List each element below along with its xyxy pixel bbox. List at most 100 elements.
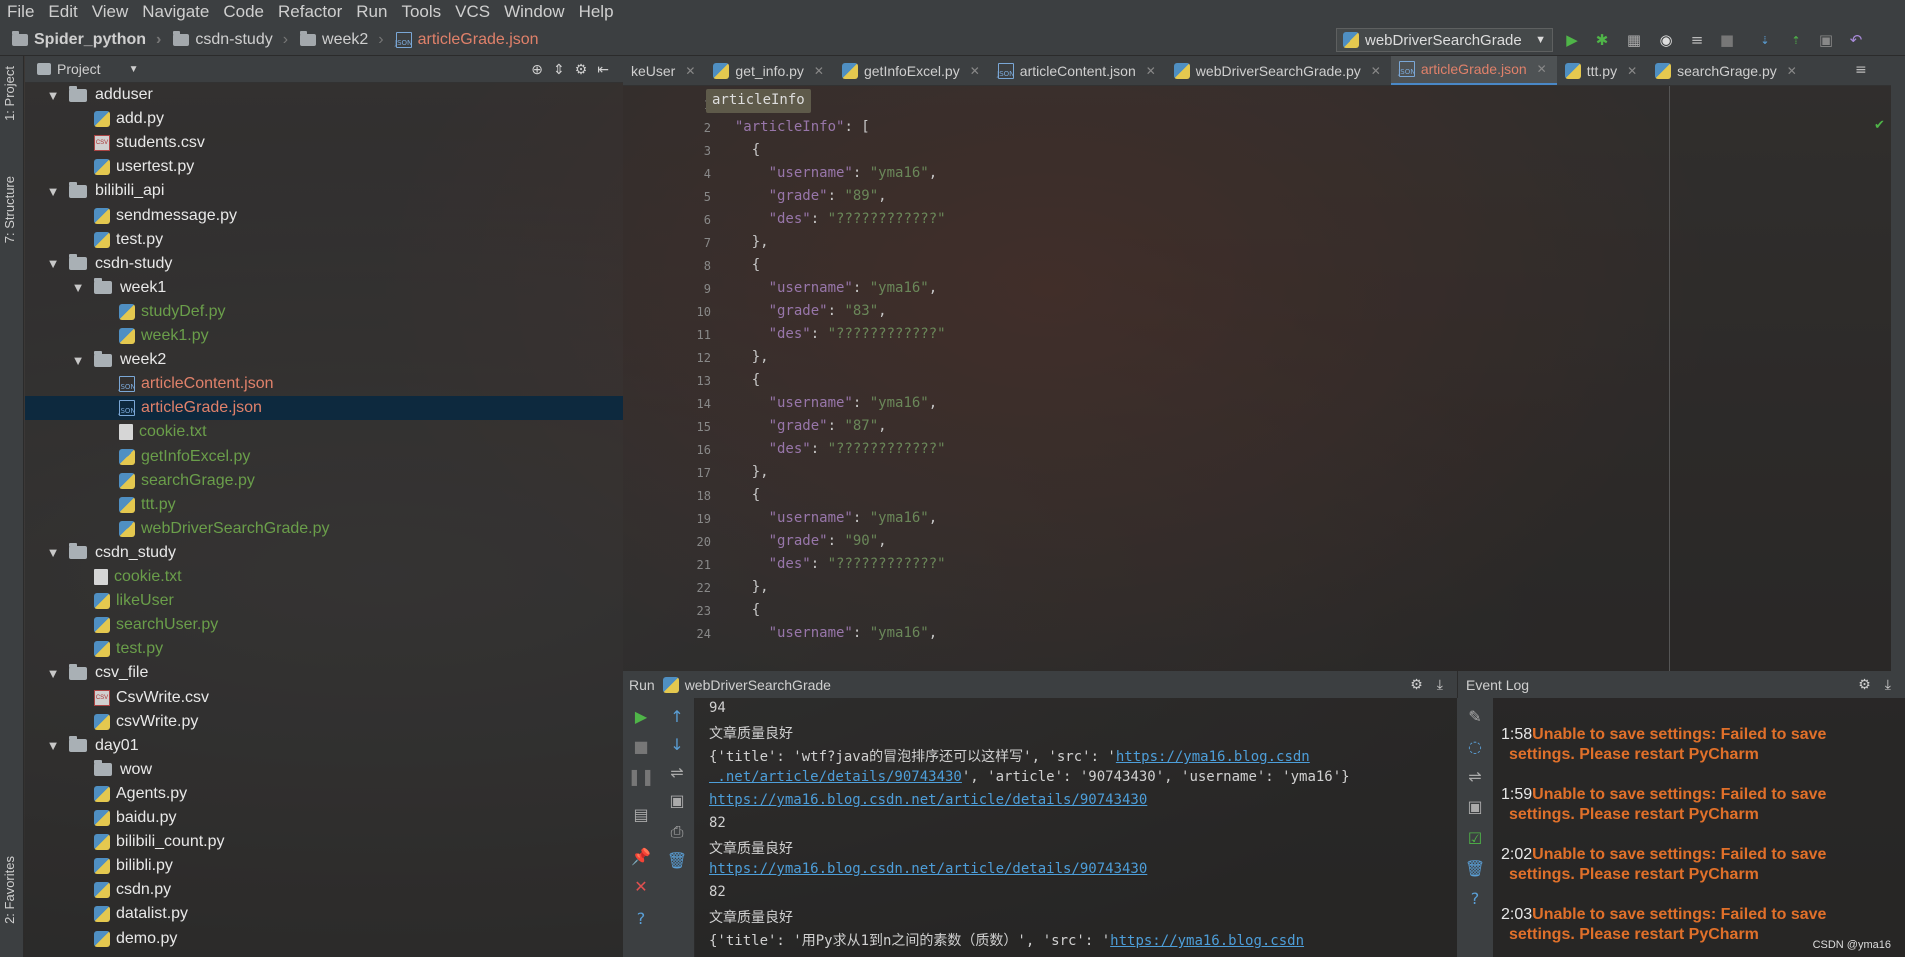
code-editor[interactable]: 123456789101112131415161718192021222324 … bbox=[623, 86, 1905, 671]
soft-wrap-icon[interactable]: ⇌ bbox=[667, 762, 687, 782]
close-icon[interactable]: ✕ bbox=[1787, 64, 1797, 78]
event-message-link[interactable]: Unable to save settings: Failed to save bbox=[1532, 906, 1826, 923]
close-icon[interactable]: ✕ bbox=[970, 64, 980, 78]
arrow-down-icon[interactable]: ↓ bbox=[667, 734, 687, 754]
console-link[interactable]: https://yma16.blog.csdn.net/article/deta… bbox=[709, 792, 1147, 808]
arrow-up-icon[interactable]: ↑ bbox=[667, 706, 687, 726]
close-icon[interactable]: ✕ bbox=[1627, 64, 1637, 78]
code-line[interactable]: "grade": "87", bbox=[718, 418, 887, 434]
event-message-link[interactable]: settings. Please restart PyCharm bbox=[1509, 926, 1759, 943]
help-icon[interactable]: ? bbox=[631, 908, 651, 928]
chevron-down-icon[interactable]: ▼ bbox=[129, 64, 139, 75]
editor-tab[interactable]: searchGrage.py ✕ bbox=[1647, 56, 1807, 85]
soft-wrap-icon[interactable]: ⇌ bbox=[1465, 766, 1485, 786]
stop-icon[interactable]: ■ bbox=[631, 736, 651, 756]
tree-item[interactable]: test.py bbox=[25, 637, 623, 661]
tree-item[interactable]: JSON articleContent.json bbox=[25, 372, 623, 396]
scroll-to-end-icon[interactable]: ▣ bbox=[667, 790, 687, 810]
close-icon[interactable]: ✕ bbox=[1146, 64, 1156, 78]
expand-arrow-icon[interactable]: ▼ bbox=[70, 280, 86, 295]
concurrency-icon[interactable]: ≡ bbox=[1687, 30, 1707, 50]
editor-tab[interactable]: webDriverSearchGrade.py ✕ bbox=[1166, 56, 1391, 85]
code-line[interactable]: { bbox=[718, 372, 760, 388]
favorites-tool-tab[interactable]: 2: Favorites bbox=[2, 856, 17, 924]
expand-arrow-icon[interactable]: ▼ bbox=[45, 545, 61, 560]
dump-threads-icon[interactable]: ▤ bbox=[631, 804, 651, 824]
run-console-output[interactable]: 94 文章质量良好 {'title': 'wtf?java的冒泡排序还可以这样写',… bbox=[695, 698, 1457, 957]
tree-item[interactable]: JSON articleGrade.json bbox=[25, 396, 623, 421]
tree-item[interactable]: wow bbox=[25, 758, 623, 782]
expand-arrow-icon[interactable]: ▼ bbox=[45, 256, 61, 271]
code-line[interactable]: "grade": "90", bbox=[718, 533, 887, 549]
breadcrumb-project[interactable]: Spider_python › bbox=[0, 30, 161, 49]
gear-icon[interactable]: ⚙ bbox=[575, 61, 588, 78]
menu-item-tools[interactable]: Tools bbox=[394, 2, 448, 22]
tab-list-icon[interactable]: ≡ bbox=[1855, 62, 1867, 78]
vcs-history-icon[interactable]: ▣ bbox=[1816, 30, 1836, 50]
tree-item[interactable]: test.py bbox=[25, 228, 623, 252]
stop-icon[interactable]: ■ bbox=[1717, 30, 1737, 50]
console-link[interactable]: https://yma16.blog.csdn bbox=[1110, 933, 1304, 949]
code-line[interactable]: "username": "yma16", bbox=[718, 625, 938, 641]
run-configuration-select[interactable]: webDriverSearchGrade ▼ bbox=[1336, 28, 1553, 52]
code-line[interactable]: { bbox=[718, 487, 760, 503]
code-line[interactable]: "username": "yma16", bbox=[718, 165, 938, 181]
tree-item[interactable]: bilibili_count.py bbox=[25, 830, 623, 854]
code-line[interactable]: }, bbox=[718, 349, 769, 365]
code-line[interactable]: "grade": "83", bbox=[718, 303, 887, 319]
tree-item[interactable]: week1.py bbox=[25, 324, 623, 348]
gear-icon[interactable]: ⚙ bbox=[1858, 676, 1871, 693]
menu-item-refactor[interactable]: Refactor bbox=[271, 2, 349, 22]
hide-panel-icon[interactable]: ⤓ bbox=[1437, 676, 1443, 693]
tree-item[interactable]: webDriverSearchGrade.py bbox=[25, 517, 623, 541]
close-icon[interactable]: ✕ bbox=[1537, 62, 1547, 76]
event-message-link[interactable]: Unable to save settings: Failed to save bbox=[1532, 846, 1826, 863]
menu-item-vcs[interactable]: VCS bbox=[448, 2, 497, 22]
breadcrumb-folder-csdn-study[interactable]: csdn-study › bbox=[161, 30, 288, 49]
code-line[interactable]: "username": "yma16", bbox=[718, 510, 938, 526]
profile-icon[interactable]: ◉ bbox=[1656, 30, 1676, 50]
collapse-all-icon[interactable]: ⇕ bbox=[553, 61, 565, 78]
code-line[interactable]: }, bbox=[718, 234, 769, 250]
breadcrumb-file[interactable]: JSON articleGrade.json bbox=[384, 31, 539, 49]
event-message-link[interactable]: settings. Please restart PyCharm bbox=[1509, 806, 1759, 823]
pause-icon[interactable]: ❚❚ bbox=[628, 766, 655, 786]
event-log-body[interactable]: 1:58Unable to save settings: Failed to s… bbox=[1493, 698, 1905, 957]
project-view-selector[interactable]: Project bbox=[57, 61, 101, 77]
coverage-icon[interactable]: ▦ bbox=[1624, 30, 1644, 50]
code-line[interactable]: "des": "????????????" bbox=[718, 441, 946, 457]
tree-item[interactable]: baidu.py bbox=[25, 806, 623, 830]
tree-item[interactable]: ▼ csdn_study bbox=[25, 541, 623, 565]
pin-icon[interactable]: 📌 bbox=[631, 846, 651, 866]
tree-item[interactable]: CSV CsvWrite.csv bbox=[25, 686, 623, 710]
tree-item[interactable]: ▼ csv_file bbox=[25, 661, 623, 685]
gear-icon[interactable]: ⚙ bbox=[1410, 676, 1423, 693]
expand-arrow-icon[interactable]: ▼ bbox=[70, 353, 86, 368]
code-line[interactable]: "grade": "89", bbox=[718, 188, 887, 204]
tree-item[interactable]: CSV students.csv bbox=[25, 131, 623, 155]
tree-item[interactable]: csvWrite.py bbox=[25, 710, 623, 734]
trash-icon[interactable]: 🗑 bbox=[667, 850, 687, 870]
code-line[interactable]: "des": "????????????" bbox=[718, 326, 946, 342]
expand-arrow-icon[interactable]: ▼ bbox=[45, 666, 61, 681]
tree-item[interactable]: datalist.py bbox=[25, 902, 623, 926]
code-line[interactable]: }, bbox=[718, 464, 769, 480]
editor-tab[interactable]: ttt.py ✕ bbox=[1557, 56, 1647, 85]
menu-item-code[interactable]: Code bbox=[216, 2, 271, 22]
tree-item[interactable]: add.py bbox=[25, 107, 623, 131]
hide-panel-icon[interactable]: ⤓ bbox=[1885, 676, 1891, 693]
tree-item[interactable]: sendmessage.py bbox=[25, 204, 623, 228]
hide-panel-icon[interactable]: ⇤ bbox=[597, 61, 609, 78]
mark-read-icon[interactable]: ☑ bbox=[1465, 828, 1485, 848]
trash-icon[interactable]: 🗑 bbox=[1465, 858, 1485, 878]
editor-tab[interactable]: getInfoExcel.py ✕ bbox=[834, 56, 990, 85]
vcs-commit-icon[interactable]: ⇡ bbox=[1786, 30, 1806, 50]
vcs-update-icon[interactable]: ⇣ bbox=[1755, 30, 1775, 50]
menu-item-navigate[interactable]: Navigate bbox=[135, 2, 216, 22]
console-link[interactable]: .net/article/details/90743430 bbox=[709, 769, 961, 785]
project-tool-tab[interactable]: 1: Project bbox=[2, 66, 17, 121]
code-line[interactable]: }, bbox=[718, 579, 769, 595]
rerun-icon[interactable]: ▶ bbox=[631, 706, 651, 726]
code-line[interactable]: "articleInfo": [ bbox=[718, 119, 870, 135]
tree-item[interactable]: ▼ day01 bbox=[25, 734, 623, 758]
